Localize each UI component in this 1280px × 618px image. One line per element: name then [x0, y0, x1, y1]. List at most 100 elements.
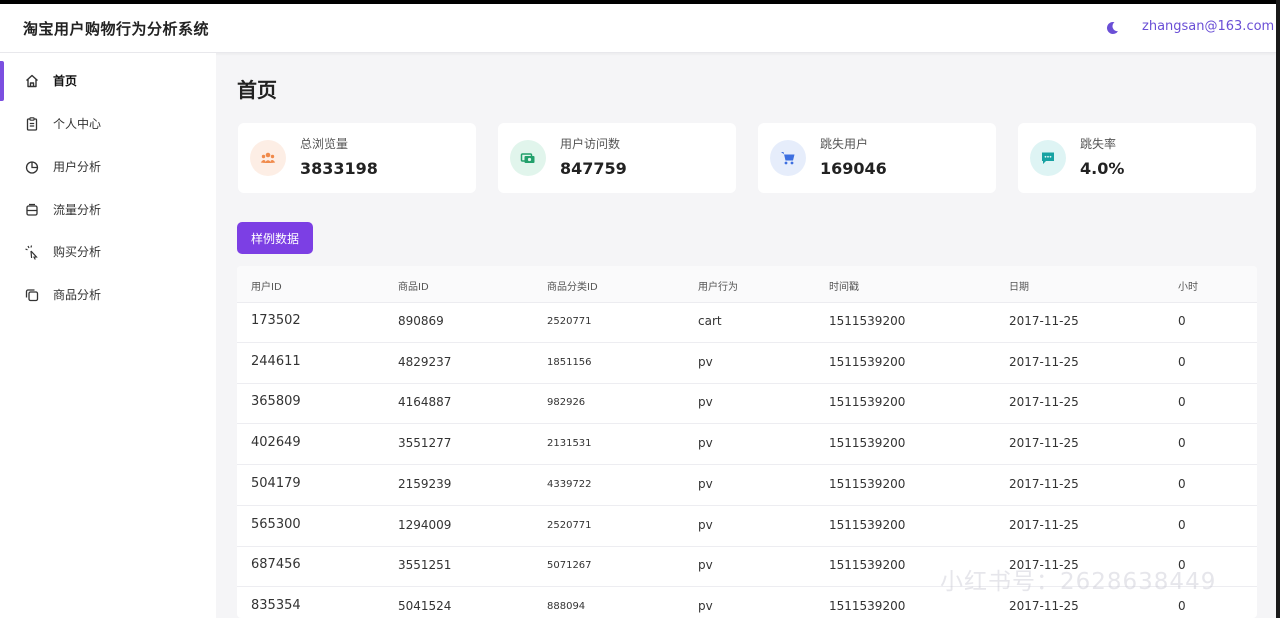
table-cell: 2520771 [547, 316, 592, 327]
stat-value: 169046 [820, 159, 887, 178]
sidebar-item-product-analysis[interactable]: 商品分析 [0, 275, 216, 315]
top-header: 淘宝用户购物行为分析系统 zhangsan@163.com [0, 4, 1276, 53]
stat-value: 3833198 [300, 159, 378, 178]
sidebar-item-traffic-analysis[interactable]: 流量分析 [0, 190, 216, 230]
table-row[interactable]: 565300 1294009 2520771 pv 1511539200 2017-11-… [237, 506, 1257, 547]
table-cell: 0 [1178, 436, 1186, 451]
sidebar-item-purchase-analysis[interactable]: 购买分析 [0, 232, 216, 272]
table-cell: 2017-11-25 [1009, 598, 1079, 613]
table-cell: 1511539200 [829, 436, 906, 451]
table-cell: 1851156 [547, 356, 592, 368]
column-header[interactable]: 时间戳 [829, 278, 859, 293]
stat-value: 847759 [560, 159, 627, 178]
table-cell: 402649 [251, 435, 301, 451]
column-header[interactable]: 用户行为 [698, 278, 738, 293]
column-header[interactable]: 日期 [1009, 278, 1029, 293]
stat-card-user-visits: 用户访问数 847759 [498, 123, 736, 193]
stat-label: 跳失率 [1080, 137, 1117, 151]
stat-card-bounce-rate: 跳失率 4.0% [1018, 123, 1256, 193]
table-cell: 835354 [251, 597, 301, 613]
table-cell: 3551277 [398, 436, 452, 451]
sidebar-item-user-analysis[interactable]: 用户分析 [0, 147, 216, 187]
column-header[interactable]: 用户ID [251, 278, 282, 293]
table-cell: 2017-11-25 [1009, 436, 1079, 451]
table-cell: 0 [1178, 517, 1186, 532]
table-cell: 2017-11-25 [1009, 517, 1079, 532]
sidebar-item-label: 流量分析 [53, 203, 102, 217]
table-cell: cart [698, 314, 722, 328]
cursor-click-icon [25, 245, 38, 260]
table-cell: 565300 [251, 516, 301, 532]
table-cell: 4339722 [547, 478, 592, 490]
table-header: 用户ID 商品ID 商品分类ID 用户行为 时间戳 日期 小时 [237, 266, 1257, 303]
stat-card-bounce-users: 跳失用户 169046 [758, 123, 996, 193]
table-cell: 1511539200 [829, 517, 906, 532]
table-cell: 0 [1178, 395, 1186, 410]
table-cell: 1294009 [398, 517, 452, 532]
stat-icon-badge [250, 140, 286, 176]
stat-label: 总浏览量 [300, 137, 349, 151]
moon-icon[interactable] [1104, 20, 1120, 36]
copy-icon [25, 289, 39, 302]
stat-card-total-views: 总浏览量 3833198 [238, 123, 476, 193]
table-cell: 1511539200 [829, 314, 906, 328]
table-cell: 2017-11-25 [1009, 354, 1079, 369]
table-cell: pv [698, 558, 713, 573]
table-cell: 1511539200 [829, 598, 906, 613]
stat-label: 跳失用户 [820, 137, 869, 151]
table-cell: 2017-11-25 [1009, 395, 1079, 410]
table-cell: 244611 [251, 353, 301, 369]
table-cell: 2159239 [398, 476, 452, 491]
table-cell: 2017-11-25 [1009, 314, 1079, 328]
table-cell: pv [698, 476, 713, 491]
table-row[interactable]: 173502 890869 2520771 cart 1511539200 2017-11… [237, 302, 1257, 343]
table-row[interactable]: 365809 4164887 982926 pv 1511539200 2017-11-2… [237, 383, 1257, 425]
stat-icon-badge [770, 140, 806, 176]
table-cell: 2017-11-25 [1009, 476, 1079, 491]
table-cell: 3551251 [398, 558, 452, 573]
user-email[interactable]: zhangsan@163.com [1142, 19, 1274, 34]
home-icon [26, 74, 38, 88]
clipboard-icon [26, 117, 38, 131]
table-cell: 5041524 [398, 598, 452, 613]
column-header[interactable]: 小时 [1178, 278, 1198, 293]
table-cell: 0 [1178, 598, 1186, 613]
money-icon [520, 153, 535, 163]
sample-data-button[interactable]: 样例数据 [237, 222, 313, 254]
sidebar-item-label: 首页 [53, 74, 78, 88]
table-cell: 4164887 [398, 395, 452, 410]
table-cell: 0 [1178, 314, 1186, 328]
table-cell: 2520771 [547, 519, 592, 531]
sidebar-item-label: 购买分析 [53, 245, 102, 259]
message-icon [1042, 152, 1054, 164]
sidebar-item-profile[interactable]: 个人中心 [0, 104, 216, 144]
table-cell: 2131531 [547, 438, 592, 450]
table-row[interactable]: 504179 2159239 4339722 pv 1511539200 2017-11-… [237, 465, 1257, 506]
table-cell: 0 [1178, 354, 1186, 369]
users-icon [260, 152, 276, 163]
stat-value: 4.0% [1080, 159, 1125, 178]
cart-icon [781, 152, 795, 165]
table-cell: 504179 [251, 475, 301, 491]
table-cell: 1511539200 [829, 395, 906, 410]
sidebar-item-home[interactable]: 首页 [0, 61, 216, 101]
table-cell: pv [698, 354, 713, 369]
column-header[interactable]: 商品ID [398, 278, 429, 293]
sidebar-item-label: 用户分析 [53, 160, 102, 174]
column-header[interactable]: 商品分类ID [547, 278, 598, 293]
table-cell: 890869 [398, 314, 444, 328]
table-cell: 173502 [251, 313, 301, 328]
table-row[interactable]: 244611 4829237 1851156 pv 1511539200 2017-11-… [237, 343, 1257, 384]
stat-icon-badge [1030, 140, 1066, 176]
table-cell: pv [698, 395, 713, 410]
table-row[interactable]: 402649 3551277 2131531 pv 1511539200 2017-11-… [237, 424, 1257, 466]
table-cell: 888094 [547, 600, 586, 612]
stat-label: 用户访问数 [560, 137, 621, 151]
table-cell: 1511539200 [829, 354, 906, 369]
app-title: 淘宝用户购物行为分析系统 [23, 20, 210, 38]
table-cell: 1511539200 [829, 558, 906, 573]
app-window: 淘宝用户购物行为分析系统 zhangsan@163.com 首页 个人中心 用户… [0, 4, 1276, 618]
table-cell: 1511539200 [829, 476, 906, 491]
sidebar-item-label: 个人中心 [53, 117, 102, 131]
table-cell: 365809 [251, 394, 301, 410]
